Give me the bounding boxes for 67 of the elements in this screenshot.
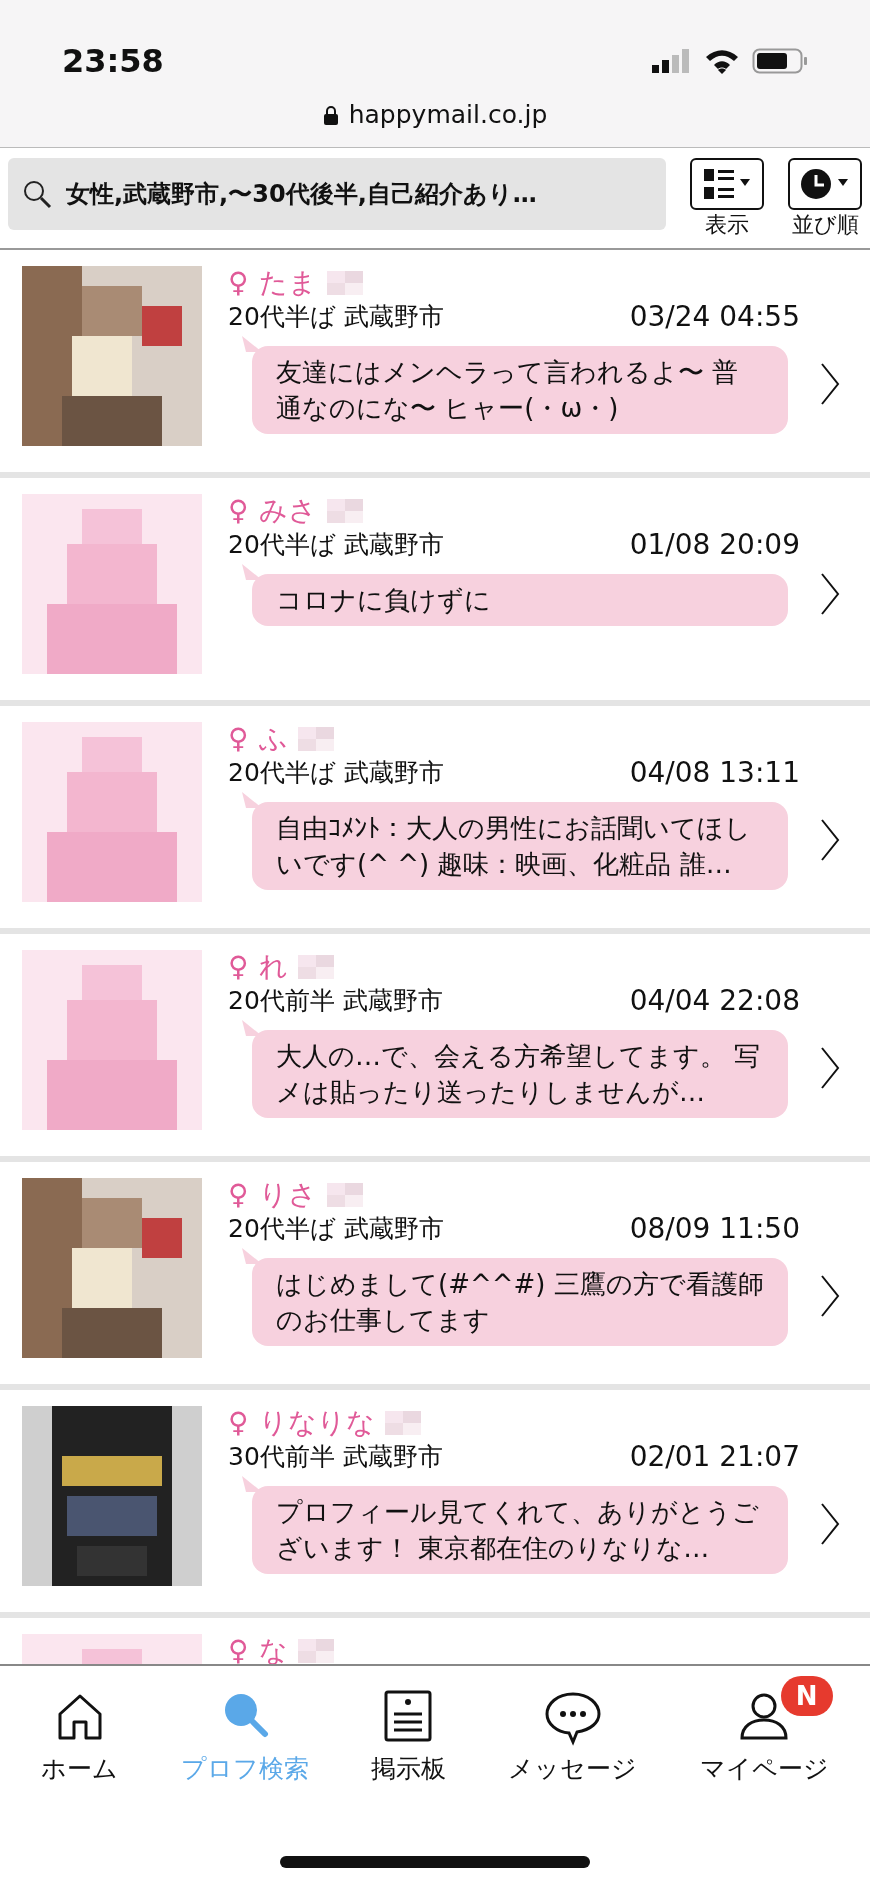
blurred-name-icon <box>297 955 334 979</box>
chevron-right-icon[interactable] <box>820 818 840 862</box>
search-field[interactable]: 女性,武蔵野市,〜30代後半,自己紹介あり… <box>8 158 666 230</box>
bubble-tail-icon <box>242 336 262 352</box>
avatar-placeholder-icon <box>22 722 202 902</box>
user-name: みさ <box>258 494 317 528</box>
gender-symbol: ♀ <box>228 950 249 984</box>
nav-tab[interactable]: 掲示板 <box>370 1686 446 1788</box>
timestamp: 04/08 13:11 <box>629 756 800 790</box>
avatar-placeholder-icon <box>22 494 202 674</box>
age-area: 20代半ば 武蔵野市 <box>228 756 444 790</box>
message-bubble: 大人の…で、会える方希望してます。 写メは貼ったり送ったりしませんが… <box>252 1030 788 1118</box>
message-bubble: コロナに負けずに <box>252 574 788 626</box>
message-bubble: 自由ｺﾒﾝﾄ：大人の男性にお話聞いてほしいです(^ ^) 趣味：映画、化粧品 誰… <box>252 802 788 890</box>
timestamp: 04/04 22:08 <box>629 984 800 1018</box>
chevron-right-icon[interactable] <box>820 362 840 406</box>
nav-tab[interactable]: メッセージ <box>508 1686 638 1788</box>
user-name: りなりな <box>258 1406 375 1440</box>
bubble-tail-icon <box>242 1020 262 1036</box>
search-icon <box>22 179 52 209</box>
age-area: 30代前半 武蔵野市 <box>228 1440 443 1474</box>
bubble-tail-icon <box>242 1476 262 1492</box>
gender-symbol: ♀ <box>228 1406 249 1440</box>
timestamp: 01/08 20:09 <box>629 528 800 562</box>
timestamp: 03/24 04:55 <box>629 300 800 334</box>
user-name: れ <box>258 950 288 984</box>
battery-icon <box>752 48 808 74</box>
age-area: 20代前半 武蔵野市 <box>228 984 443 1018</box>
signal-icon <box>652 49 692 73</box>
nav-tab[interactable]: ホーム <box>41 1686 119 1788</box>
gender-symbol: ♀ <box>228 1634 249 1664</box>
timestamp: 02/01 21:07 <box>629 1440 800 1474</box>
chevron-right-icon[interactable] <box>820 572 840 616</box>
chevron-right-icon[interactable] <box>820 1502 840 1546</box>
clock-icon <box>800 167 850 201</box>
blurred-name-icon <box>297 727 334 751</box>
blurred-name-icon <box>326 271 363 295</box>
list-view-icon <box>702 167 752 201</box>
age-area: 20代半ば 武蔵野市 <box>228 528 444 562</box>
url-text[interactable]: happymail.co.jp <box>348 96 548 134</box>
age-area: 20代半ば 武蔵野市 <box>228 300 444 334</box>
user-name: ふ <box>258 722 288 756</box>
gender-symbol: ♀ <box>228 494 249 528</box>
blurred-name-icon <box>297 1639 334 1663</box>
chevron-right-icon[interactable] <box>820 1046 840 1090</box>
wifi-icon <box>704 48 740 74</box>
status-time: 23:58 <box>62 41 164 82</box>
message-bubble: はじめまして(#^^#) 三鷹の方で看護師のお仕事してます <box>252 1258 788 1346</box>
lock-icon <box>322 104 339 125</box>
bubble-tail-icon <box>242 792 262 808</box>
gender-symbol: ♀ <box>228 266 249 300</box>
user-name: たま <box>258 266 317 300</box>
user-name: りさ <box>258 1178 317 1212</box>
message-bubble: プロフィール見てくれて、ありがとうございます！ 東京都在住のりなりな… <box>252 1486 788 1574</box>
bubble-tail-icon <box>242 564 262 580</box>
gender-symbol: ♀ <box>228 1178 249 1212</box>
blurred-name-icon <box>384 1411 421 1435</box>
blurred-name-icon <box>326 499 363 523</box>
message-bubble: 友達にはメンヘラって言われるよ〜 普通なのにな〜 ヒャー(・ω・) <box>252 346 788 434</box>
bubble-tail-icon <box>242 1248 262 1264</box>
notification-badge: N <box>780 1676 833 1716</box>
gender-symbol: ♀ <box>228 722 249 756</box>
chevron-right-icon[interactable] <box>820 1274 840 1318</box>
avatar-placeholder-icon <box>22 950 202 1130</box>
age-area: 20代半ば 武蔵野市 <box>228 1212 444 1246</box>
blurred-name-icon <box>326 1183 363 1207</box>
timestamp: 08/09 11:50 <box>629 1212 800 1246</box>
